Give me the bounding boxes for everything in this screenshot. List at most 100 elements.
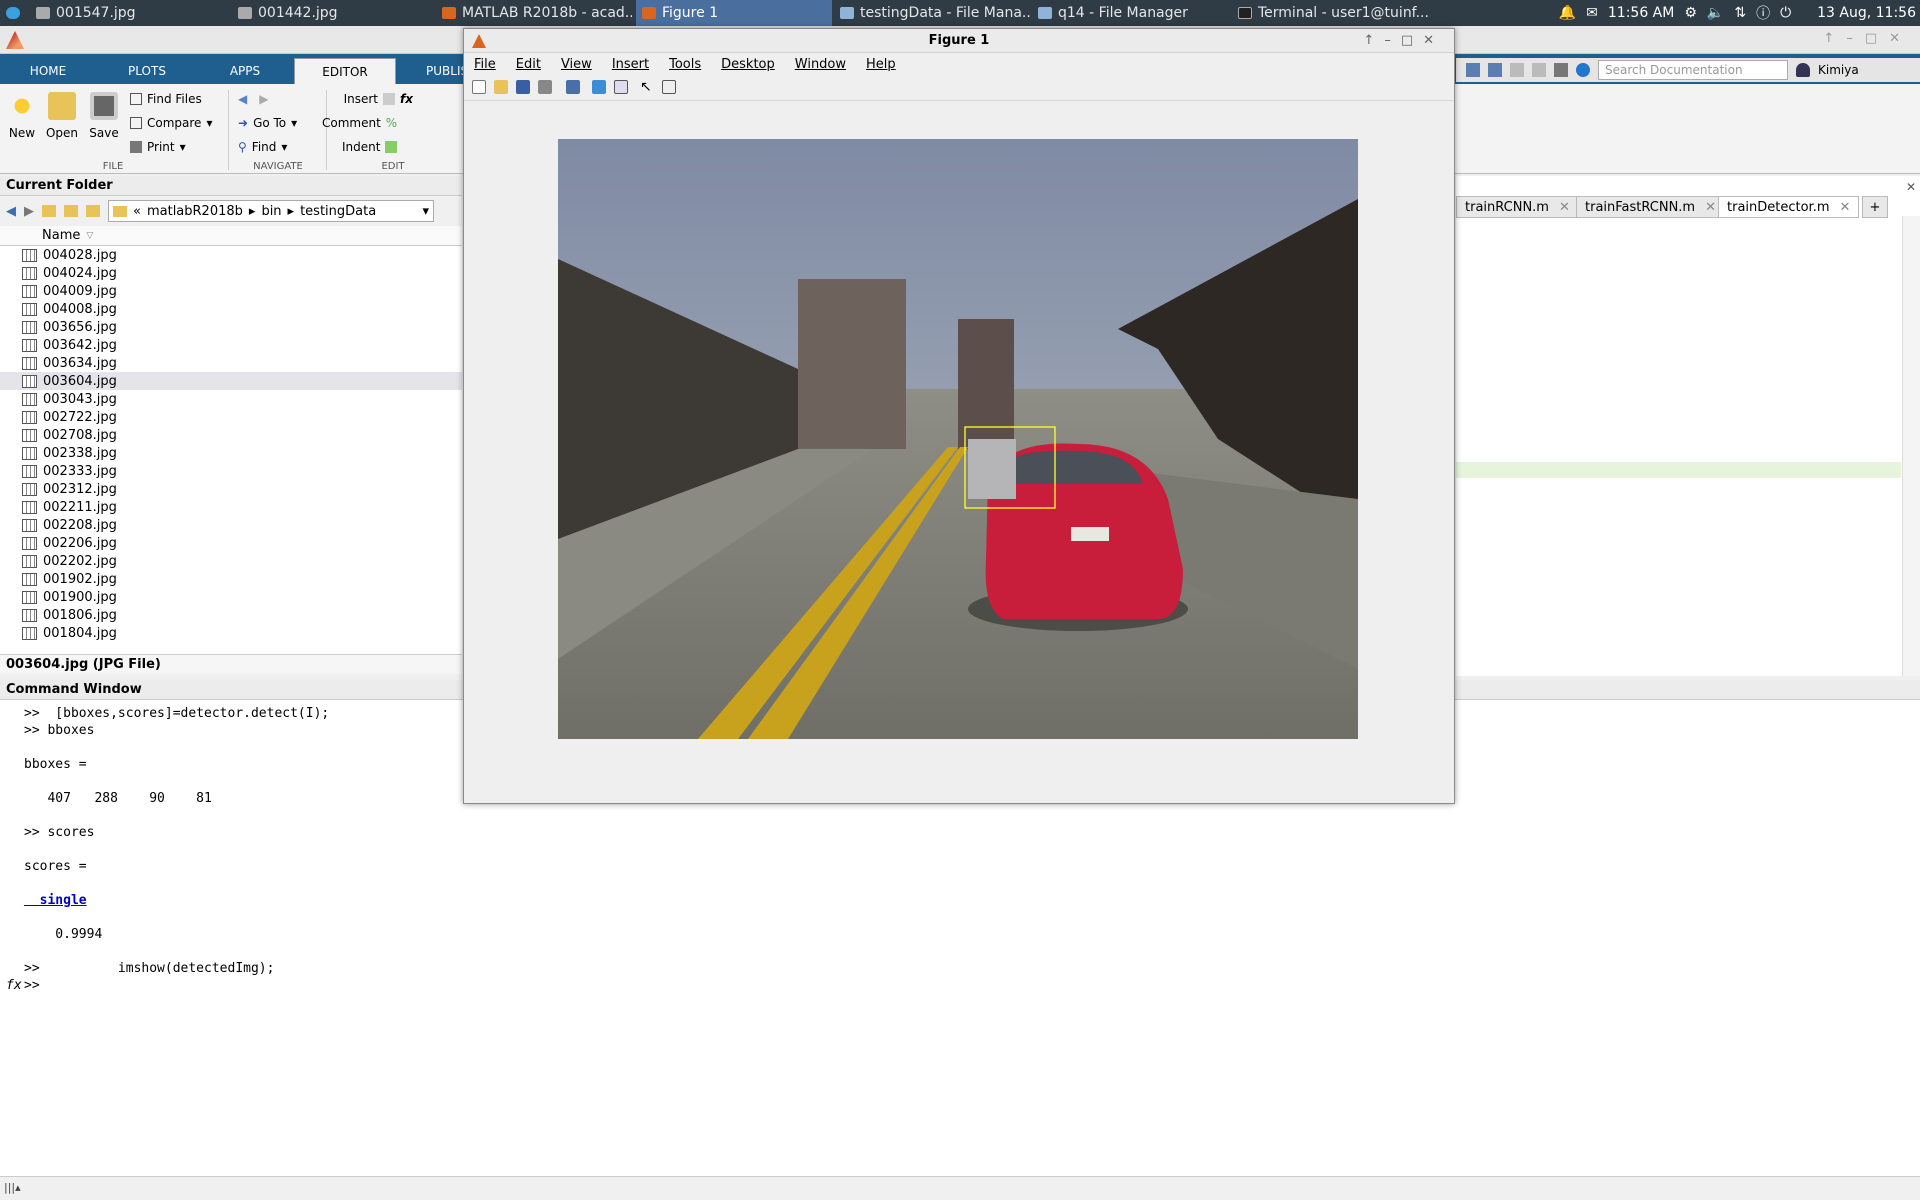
file-row[interactable]: 002312.jpg [0, 480, 462, 498]
tab-apps[interactable]: APPS [200, 58, 290, 84]
new-figure-icon[interactable] [472, 80, 486, 94]
open-icon[interactable] [494, 80, 508, 94]
window-controls[interactable]: ↑–□✕ [1363, 29, 1444, 53]
file-row[interactable]: 002722.jpg [0, 408, 462, 426]
undo-icon[interactable] [1510, 63, 1524, 77]
save-icon[interactable] [516, 80, 530, 94]
taskbar-item-active[interactable]: Figure 1 [636, 0, 832, 26]
bell-icon[interactable]: 🔔 [1559, 5, 1576, 21]
comment-button[interactable]: Comment% [322, 116, 397, 130]
file-row[interactable]: 001806.jpg [0, 606, 462, 624]
window-controls[interactable]: ↑–□✕ [1823, 31, 1912, 46]
file-row[interactable]: 002202.jpg [0, 552, 462, 570]
column-header-name[interactable]: Name ▽ [0, 226, 462, 246]
tab-editor[interactable]: EDITOR [294, 58, 396, 84]
tab-home[interactable]: HOME [6, 58, 90, 84]
tab-publish[interactable]: PUBLIS [400, 58, 468, 84]
taskbar-item[interactable]: MATLAB R2018b - acad... [436, 0, 632, 26]
settings-icon[interactable]: ⚙ [1684, 5, 1697, 21]
go-to-button[interactable]: ➜ Go To ▾ [238, 116, 297, 130]
new-button[interactable]: New [2, 92, 42, 140]
new-tab-button[interactable]: + [1862, 196, 1888, 218]
property-editor-icon[interactable] [662, 80, 676, 94]
menu-tools[interactable]: Tools [669, 57, 701, 72]
layout-icon[interactable] [1554, 63, 1568, 77]
file-row[interactable]: 004008.jpg [0, 300, 462, 318]
find-files-button[interactable]: Find Files [130, 92, 202, 106]
volume-icon[interactable]: 🔈 [1707, 5, 1724, 21]
taskbar-item[interactable]: q14 - File Manager [1032, 0, 1228, 26]
file-row[interactable]: 001900.jpg [0, 588, 462, 606]
menu-help[interactable]: Help [866, 57, 896, 72]
pointer-icon[interactable]: ↖ [640, 80, 654, 94]
back-icon[interactable]: ◀ [6, 204, 16, 219]
class-link[interactable]: single [24, 893, 87, 910]
taskbar-item[interactable]: testingData - File Mana... [834, 0, 1030, 26]
file-row[interactable]: 002211.jpg [0, 498, 462, 516]
menu-view[interactable]: View [561, 57, 592, 72]
browse-folder-icon[interactable] [64, 205, 78, 217]
network-icon[interactable]: ⇅ [1734, 5, 1746, 21]
menu-desktop[interactable]: Desktop [721, 57, 775, 72]
taskbar-item[interactable]: 001547.jpg [30, 0, 210, 26]
forward-icon[interactable]: ▶ [24, 204, 34, 219]
navigate-arrows[interactable]: ◀ ▶ [238, 92, 268, 106]
editor-tab[interactable]: trainRCNN.m ✕ [1456, 196, 1579, 218]
copy-icon[interactable] [1488, 63, 1502, 77]
file-row[interactable]: 003642.jpg [0, 336, 462, 354]
power-icon[interactable]: ⏻ [1780, 5, 1791, 21]
notification-icon[interactable] [1796, 63, 1810, 77]
help-icon[interactable] [1576, 63, 1590, 77]
print-icon[interactable] [538, 80, 552, 94]
date[interactable]: 13 Aug, 11:56 [1817, 5, 1916, 21]
chevron-down-icon[interactable]: ▾ [422, 204, 429, 219]
link-icon[interactable] [566, 80, 580, 94]
open-button[interactable]: Open [42, 92, 82, 140]
redo-icon[interactable] [1532, 63, 1546, 77]
close-panel-icon[interactable]: ✕ [1906, 180, 1916, 194]
user-menu[interactable]: Kimiya [1818, 63, 1859, 77]
file-row[interactable]: 003656.jpg [0, 318, 462, 336]
editor-tab[interactable]: trainFastRCNN.m ✕ [1576, 196, 1725, 218]
insert-button[interactable]: Insert fx [340, 92, 413, 106]
info-icon[interactable]: ⓘ [1756, 3, 1770, 23]
search-documentation-input[interactable]: Search Documentation [1598, 60, 1788, 80]
compare-button[interactable]: Compare ▾ [130, 116, 212, 130]
file-row[interactable]: 004009.jpg [0, 282, 462, 300]
file-row[interactable]: 001804.jpg [0, 624, 462, 642]
tab-plots[interactable]: PLOTS [100, 58, 194, 84]
file-row[interactable]: 002208.jpg [0, 516, 462, 534]
find-button[interactable]: ⚲ Find ▾ [238, 140, 287, 154]
indent-button[interactable]: Indent [342, 140, 398, 154]
file-row[interactable]: 003634.jpg [0, 354, 462, 372]
taskbar-item[interactable]: Terminal - user1@tuinf... [1232, 0, 1432, 26]
menu-file[interactable]: File [474, 57, 496, 72]
close-icon[interactable]: ✕ [1705, 200, 1716, 215]
mail-icon[interactable]: ✉ [1586, 5, 1598, 21]
cut-icon[interactable] [1466, 63, 1480, 77]
search-folder-icon[interactable] [86, 205, 100, 217]
menu-insert[interactable]: Insert [612, 57, 649, 72]
close-icon[interactable]: ✕ [1559, 200, 1570, 215]
up-folder-icon[interactable] [42, 205, 56, 217]
file-row[interactable]: 004028.jpg [0, 246, 462, 264]
path-breadcrumb[interactable]: « matlabR2018b ▸ bin ▸ testingData ▾ [108, 200, 434, 222]
apps-menu-icon[interactable] [0, 0, 24, 26]
file-row[interactable]: 002333.jpg [0, 462, 462, 480]
print-button[interactable]: Print ▾ [130, 140, 186, 154]
save-button[interactable]: Save [84, 92, 124, 140]
file-row[interactable]: 003043.jpg [0, 390, 462, 408]
colorbar-icon[interactable] [592, 80, 606, 94]
legend-icon[interactable] [614, 80, 628, 94]
file-row[interactable]: 001902.jpg [0, 570, 462, 588]
editor-scrollbar[interactable] [1902, 216, 1920, 676]
file-row[interactable]: 004024.jpg [0, 264, 462, 282]
menu-window[interactable]: Window [795, 57, 846, 72]
file-row[interactable]: 002708.jpg [0, 426, 462, 444]
file-row[interactable]: 002338.jpg [0, 444, 462, 462]
close-icon[interactable]: ✕ [1840, 200, 1851, 215]
file-row[interactable]: 003604.jpg [0, 372, 462, 390]
menu-edit[interactable]: Edit [516, 57, 541, 72]
file-row[interactable]: 002206.jpg [0, 534, 462, 552]
editor-tab-active[interactable]: trainDetector.m ✕ [1718, 196, 1860, 218]
